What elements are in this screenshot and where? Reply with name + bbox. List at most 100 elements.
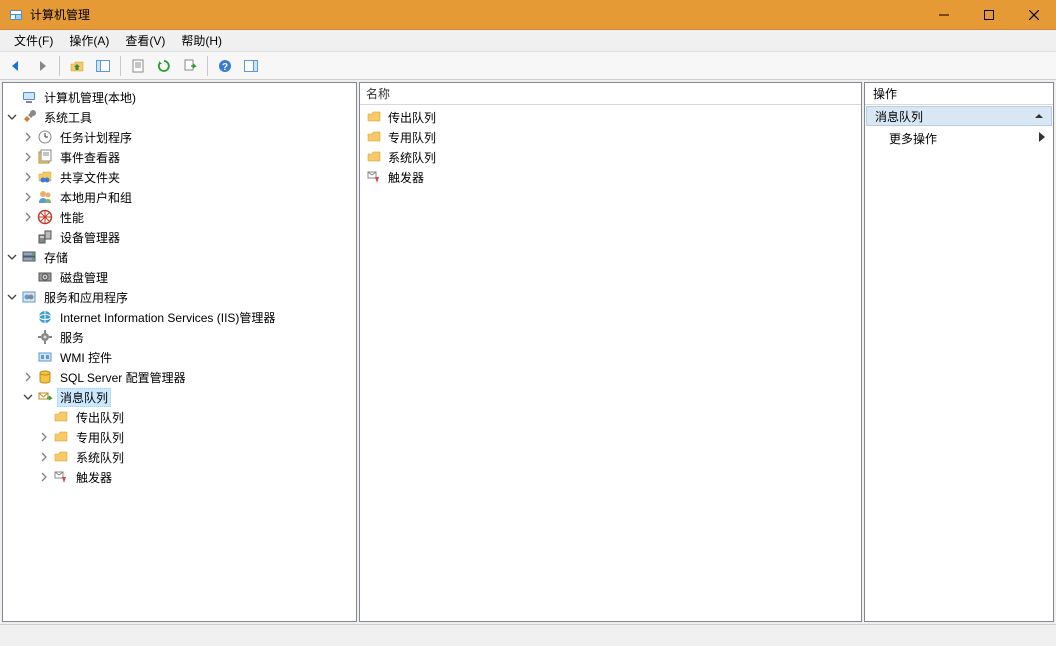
tree-label: 存储	[41, 248, 71, 267]
action-pane: 操作 消息队列 更多操作	[864, 82, 1054, 622]
tree-label: 系统工具	[41, 108, 95, 127]
show-hide-tree-button[interactable]	[91, 54, 115, 78]
chevron-down-icon[interactable]	[5, 250, 19, 264]
export-button[interactable]	[178, 54, 202, 78]
tree-msmq[interactable]: 消息队列	[5, 387, 354, 407]
tree-system-queues[interactable]: 系统队列	[5, 447, 354, 467]
folder-icon	[366, 129, 382, 145]
folder-icon	[53, 449, 69, 465]
status-bar	[0, 624, 1056, 646]
tree-label-selected: 消息队列	[57, 388, 111, 407]
performance-icon	[37, 209, 53, 225]
list-body: 传出队列 专用队列 系统队列 触发器	[360, 105, 861, 189]
chevron-right-icon[interactable]	[21, 210, 35, 224]
chevron-down-icon[interactable]	[5, 290, 19, 304]
chevron-right-icon[interactable]	[37, 470, 51, 484]
chevron-right-icon[interactable]	[37, 430, 51, 444]
tree-label: Internet Information Services (IIS)管理器	[57, 308, 278, 327]
back-button[interactable]	[4, 54, 28, 78]
column-name[interactable]: 名称	[366, 85, 390, 102]
collapse-icon[interactable]	[1035, 109, 1043, 123]
tree-system-tools[interactable]: 系统工具	[5, 107, 354, 127]
tree-sql[interactable]: SQL Server 配置管理器	[5, 367, 354, 387]
properties-button[interactable]	[126, 54, 150, 78]
chevron-right-icon[interactable]	[21, 130, 35, 144]
folder-icon	[366, 109, 382, 125]
tree-performance[interactable]: 性能	[5, 207, 354, 227]
list-item-label: 传出队列	[388, 109, 436, 126]
up-button[interactable]	[65, 54, 89, 78]
help-button[interactable]: ?	[213, 54, 237, 78]
tree-triggers[interactable]: 触发器	[5, 467, 354, 487]
trigger-icon	[53, 469, 69, 485]
tree-label: 磁盘管理	[57, 268, 111, 287]
tree-local-users[interactable]: 本地用户和组	[5, 187, 354, 207]
tree-device-manager[interactable]: 设备管理器	[5, 227, 354, 247]
chevron-right-icon[interactable]	[21, 170, 35, 184]
minimize-button[interactable]	[921, 0, 966, 29]
tree-disk-management[interactable]: 磁盘管理	[5, 267, 354, 287]
forward-button[interactable]	[30, 54, 54, 78]
chevron-right-icon[interactable]	[21, 150, 35, 164]
close-button[interactable]	[1011, 0, 1056, 29]
tree-iis[interactable]: Internet Information Services (IIS)管理器	[5, 307, 354, 327]
action-more[interactable]: 更多操作	[865, 127, 1053, 149]
list-item[interactable]: 传出队列	[362, 107, 859, 127]
tree-label: 服务和应用程序	[41, 288, 131, 307]
titlebar: 计算机管理	[0, 0, 1056, 30]
list-item-label: 触发器	[388, 169, 424, 186]
tree-event-viewer[interactable]: 事件查看器	[5, 147, 354, 167]
tree-label: 任务计划程序	[57, 128, 135, 147]
chevron-right-icon	[1039, 131, 1045, 145]
chevron-right-icon[interactable]	[21, 370, 35, 384]
list-item[interactable]: 触发器	[362, 167, 859, 187]
toolbar-separator	[207, 56, 208, 76]
shared-folder-icon	[37, 169, 53, 185]
chevron-down-icon[interactable]	[5, 110, 19, 124]
refresh-button[interactable]	[152, 54, 176, 78]
sql-icon	[37, 369, 53, 385]
tree-root[interactable]: 计算机管理(本地)	[5, 87, 354, 107]
tree-task-scheduler[interactable]: 任务计划程序	[5, 127, 354, 147]
blank-expander	[21, 270, 35, 284]
services-apps-icon	[21, 289, 37, 305]
tree-label: 传出队列	[73, 408, 127, 427]
iis-icon	[37, 309, 53, 325]
tree-services[interactable]: 服务	[5, 327, 354, 347]
menu-file[interactable]: 文件(F)	[6, 30, 61, 51]
action-section-header[interactable]: 消息队列	[866, 106, 1052, 126]
svg-text:?: ?	[222, 62, 228, 73]
action-item-label: 更多操作	[889, 130, 937, 147]
menu-view[interactable]: 查看(V)	[117, 30, 173, 51]
show-hide-action-button[interactable]	[239, 54, 263, 78]
tree-storage[interactable]: 存储	[5, 247, 354, 267]
menu-action[interactable]: 操作(A)	[61, 30, 117, 51]
tree-shared-folders[interactable]: 共享文件夹	[5, 167, 354, 187]
tree-outgoing-queues[interactable]: 传出队列	[5, 407, 354, 427]
app-icon	[8, 7, 24, 23]
list-pane: 名称 传出队列 专用队列 系统队列 触发器	[359, 82, 862, 622]
wmi-icon	[37, 349, 53, 365]
list-header[interactable]: 名称	[360, 83, 861, 105]
list-item[interactable]: 系统队列	[362, 147, 859, 167]
tree-private-queues[interactable]: 专用队列	[5, 427, 354, 447]
tree-label: 计算机管理(本地)	[41, 88, 139, 107]
toolbar: ?	[0, 52, 1056, 80]
tree-label: 性能	[57, 208, 87, 227]
disk-icon	[37, 269, 53, 285]
maximize-button[interactable]	[966, 0, 1011, 29]
blank-expander	[21, 330, 35, 344]
menu-help[interactable]: 帮助(H)	[173, 30, 230, 51]
event-viewer-icon	[37, 149, 53, 165]
gear-icon	[37, 329, 53, 345]
chevron-right-icon[interactable]	[21, 190, 35, 204]
chevron-down-icon[interactable]	[21, 390, 35, 404]
navigation-tree[interactable]: 计算机管理(本地) 系统工具 任务计划程序 事件查看器	[3, 83, 356, 491]
list-item[interactable]: 专用队列	[362, 127, 859, 147]
chevron-right-icon[interactable]	[37, 450, 51, 464]
tree-services-apps[interactable]: 服务和应用程序	[5, 287, 354, 307]
tree-pane: 计算机管理(本地) 系统工具 任务计划程序 事件查看器	[2, 82, 357, 622]
tree-label: 系统队列	[73, 448, 127, 467]
tree-wmi[interactable]: WMI 控件	[5, 347, 354, 367]
blank-expander	[21, 310, 35, 324]
